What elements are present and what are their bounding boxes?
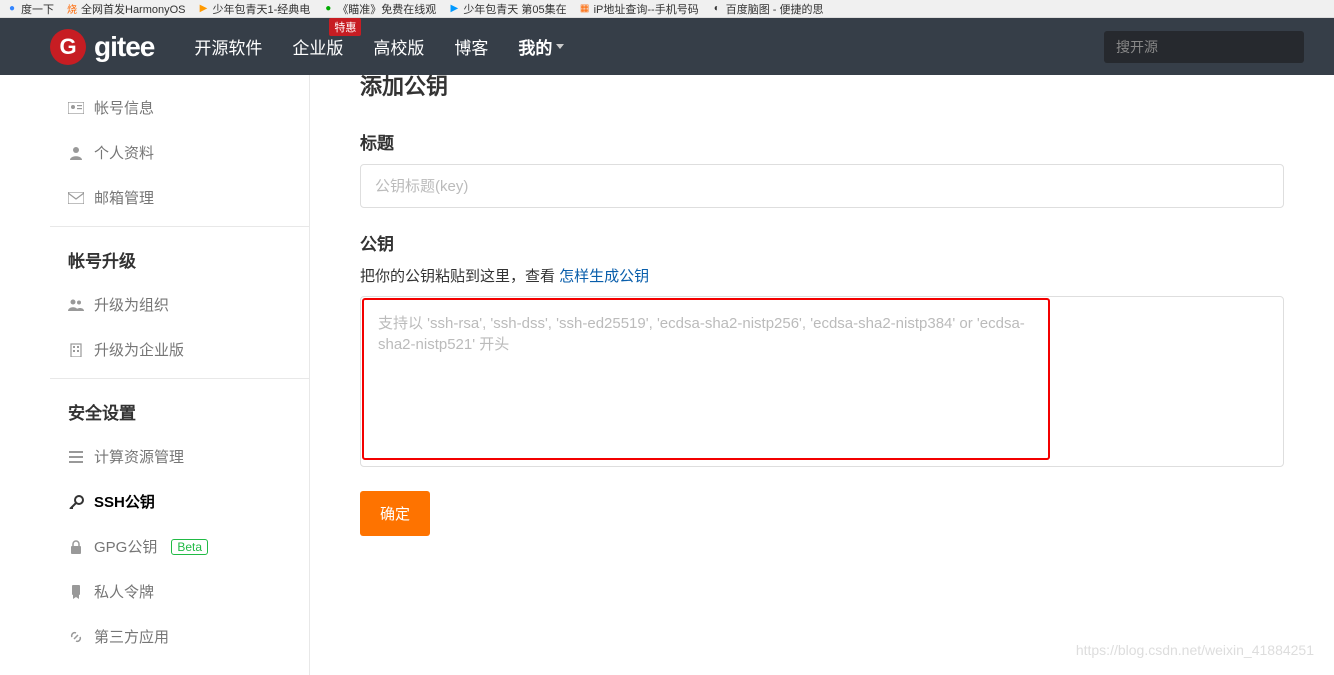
chevron-down-icon: [556, 44, 564, 49]
header: G gitee 开源软件企业版特惠高校版博客我的: [0, 18, 1334, 75]
tab-label: 少年包青天 第05集在: [463, 1, 566, 17]
user-icon: [68, 145, 84, 161]
logo[interactable]: G gitee: [50, 29, 154, 65]
sidebar-item-upgrade-enterprise[interactable]: 升级为企业版: [50, 327, 309, 372]
page-title: 添加公钥: [360, 69, 1284, 101]
sidebar-item-label: 私人令牌: [94, 581, 154, 602]
sidebar-item-account-info[interactable]: 帐号信息: [50, 85, 309, 130]
submit-button[interactable]: 确定: [360, 491, 430, 536]
nav-badge: 特惠: [329, 18, 361, 36]
divider: [50, 226, 309, 227]
browser-tab[interactable]: 烧全网首发HarmonyOS: [60, 1, 192, 17]
nav-label: 我的: [518, 34, 552, 59]
tab-favicon: 烧: [66, 3, 78, 15]
key-label: 公钥: [360, 230, 1284, 255]
search-input[interactable]: [1104, 31, 1304, 63]
sidebar-item-label: 升级为组织: [94, 294, 169, 315]
tab-favicon: ▶: [448, 3, 460, 15]
sidebar-item-label: 帐号信息: [94, 97, 154, 118]
tab-label: 百度脑图 - 便捷的思: [726, 1, 824, 17]
tab-label: 度一下: [21, 1, 54, 17]
bars-icon: [68, 449, 84, 465]
sidebar-item-label: SSH公钥: [94, 491, 155, 512]
tab-favicon: ●: [6, 3, 18, 15]
key-hint-link[interactable]: 怎样生成公钥: [559, 268, 649, 285]
browser-tab[interactable]: ▦iP地址查询--手机号码: [573, 1, 705, 17]
search-wrap: [1104, 31, 1304, 63]
divider: [50, 378, 309, 379]
container: 帐号信息 个人资料 邮箱管理 帐号升级 升级为组织 升级为企: [0, 75, 1334, 675]
users-icon: [68, 297, 84, 313]
sidebar-item-email[interactable]: 邮箱管理: [50, 175, 309, 220]
nav-item[interactable]: 博客: [454, 34, 488, 59]
logo-icon: G: [50, 29, 86, 65]
browser-tabs: ●度一下烧全网首发HarmonyOS▶少年包青天1-经典电●《瞄准》免费在线观▶…: [0, 0, 1334, 18]
nav-item[interactable]: 高校版: [373, 34, 424, 59]
tab-favicon: ◐: [711, 3, 723, 15]
sidebar-item-compute-resources[interactable]: 计算资源管理: [50, 434, 309, 479]
sidebar-item-label: GPG公钥: [94, 536, 157, 557]
key-icon: [68, 494, 84, 510]
tab-label: 少年包青天1-经典电: [213, 1, 311, 17]
browser-tab[interactable]: ▶少年包青天 第05集在: [442, 1, 572, 17]
title-label: 标题: [360, 129, 1284, 154]
sidebar-item-label: 升级为企业版: [94, 339, 184, 360]
nav: 开源软件 企业版特惠 高校版 博客 我的: [194, 34, 564, 59]
nav-label: 企业版: [292, 39, 343, 58]
building-icon: [68, 342, 84, 358]
key-hint: 把你的公钥粘贴到这里，查看 怎样生成公钥: [360, 265, 1284, 286]
nav-item[interactable]: 我的: [518, 34, 564, 59]
sidebar-item-gpg-keys[interactable]: GPG公钥 Beta: [50, 524, 309, 569]
sidebar: 帐号信息 个人资料 邮箱管理 帐号升级 升级为组织 升级为企: [50, 75, 310, 675]
watermark: https://blog.csdn.net/weixin_41884251: [1076, 642, 1314, 658]
nav-label: 高校版: [373, 39, 424, 58]
browser-tab[interactable]: ◐百度脑图 - 便捷的思: [705, 1, 830, 17]
sidebar-item-tokens[interactable]: 私人令牌: [50, 569, 309, 614]
textarea-wrap: [360, 296, 1284, 467]
title-input[interactable]: [360, 164, 1284, 208]
nav-label: 博客: [454, 39, 488, 58]
key-hint-text: 把你的公钥粘贴到这里，查看: [360, 268, 559, 285]
logo-text: gitee: [94, 31, 154, 63]
sidebar-heading-security: 安全设置: [50, 385, 309, 434]
tab-favicon: ●: [322, 3, 334, 15]
sidebar-item-upgrade-org[interactable]: 升级为组织: [50, 282, 309, 327]
sidebar-item-profile[interactable]: 个人资料: [50, 130, 309, 175]
link-icon: [68, 629, 84, 645]
sidebar-item-label: 邮箱管理: [94, 187, 154, 208]
tab-label: 《瞄准》免费在线观: [337, 1, 436, 17]
browser-tab[interactable]: ▶少年包青天1-经典电: [192, 1, 317, 17]
lock-icon: [68, 539, 84, 555]
nav-item[interactable]: 企业版特惠: [292, 34, 343, 59]
sidebar-item-ssh-keys[interactable]: SSH公钥: [50, 479, 309, 524]
id-card-icon: [68, 100, 84, 116]
tab-label: iP地址查询--手机号码: [594, 1, 699, 17]
main-content: 添加公钥 标题 公钥 把你的公钥粘贴到这里，查看 怎样生成公钥 确定: [310, 75, 1284, 675]
tab-label: 全网首发HarmonyOS: [81, 1, 186, 17]
beta-badge: Beta: [171, 539, 208, 555]
sidebar-item-third-party[interactable]: 第三方应用: [50, 614, 309, 659]
sidebar-heading-upgrade: 帐号升级: [50, 233, 309, 282]
browser-tab[interactable]: ●度一下: [0, 1, 60, 17]
nav-item[interactable]: 开源软件: [194, 34, 262, 59]
browser-tab[interactable]: ●《瞄准》免费在线观: [316, 1, 442, 17]
sidebar-item-label: 第三方应用: [94, 626, 169, 647]
mail-icon: [68, 190, 84, 206]
public-key-textarea[interactable]: [362, 298, 1050, 460]
tab-favicon: ▦: [579, 3, 591, 15]
badge-icon: [68, 584, 84, 600]
nav-label: 开源软件: [194, 39, 262, 58]
sidebar-item-label: 个人资料: [94, 142, 154, 163]
tab-favicon: ▶: [198, 3, 210, 15]
sidebar-item-label: 计算资源管理: [94, 446, 184, 467]
